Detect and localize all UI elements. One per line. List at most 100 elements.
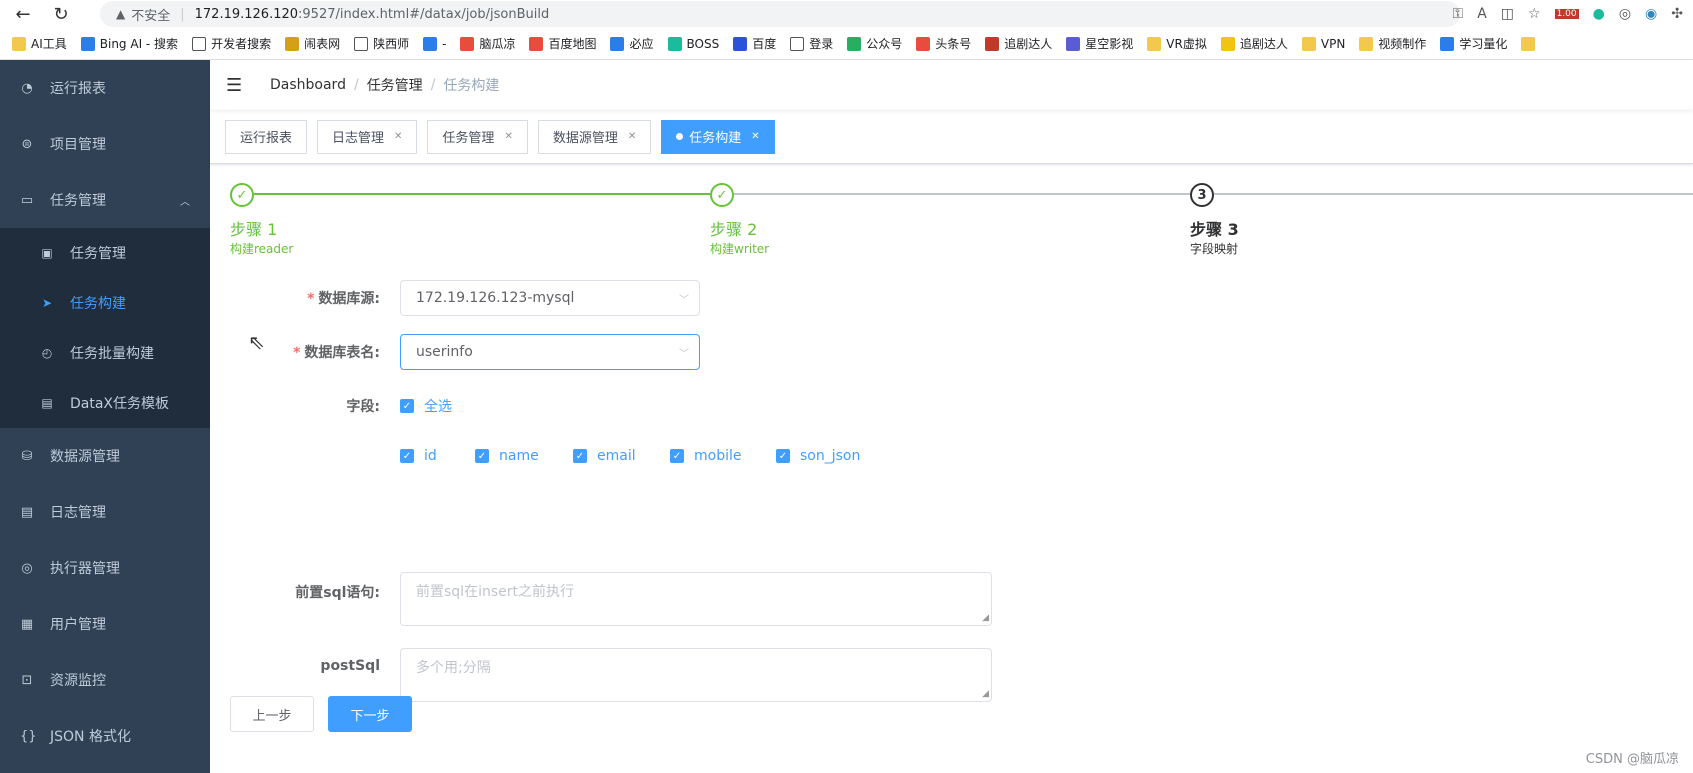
main-content: ☰ Dashboard / 任务管理 / 任务构建 运行报表 日志管理 ✕ 任务… <box>210 60 1693 773</box>
bookmark-item[interactable]: 公众号 <box>847 35 902 52</box>
select-all-checkbox[interactable]: ✓ 全选 <box>400 396 452 416</box>
field-label: mobile <box>694 448 742 464</box>
breadcrumb-parent[interactable]: 任务管理 <box>367 75 423 95</box>
close-icon[interactable]: ✕ <box>394 131 402 142</box>
resize-grip-icon[interactable]: ◢ <box>982 613 989 623</box>
tab-label: 日志管理 <box>332 131 385 146</box>
field-checkbox-email[interactable]: ✓ email <box>573 448 636 464</box>
bookmark-item[interactable]: 百度 <box>733 35 776 52</box>
step-2-title: 步骤 2 <box>710 220 758 239</box>
extension-badge-icon[interactable]: 1.00 <box>1554 9 1579 19</box>
tab-reports[interactable]: 运行报表 <box>225 119 308 154</box>
browser-extension-icons: ⚿ A ◫ ☆ 1.00 ● ◎ ◉ ✣ <box>1453 0 1693 28</box>
prev-step-button[interactable]: 上一步 <box>230 696 314 732</box>
sidebar-item-projects[interactable]: ⊜ 项目管理 <box>0 116 210 172</box>
field-label: id <box>424 448 437 464</box>
reload-button[interactable]: ↻ <box>46 0 76 28</box>
sidebar-item-tasks[interactable]: ▭ 任务管理 ︿ <box>0 172 210 228</box>
checkbox-checked-icon: ✓ <box>670 449 684 463</box>
back-button[interactable]: ← <box>8 0 38 28</box>
bookmark-item[interactable]: 必应 <box>610 35 654 52</box>
tab-logs[interactable]: 日志管理 ✕ <box>317 119 418 154</box>
resize-grip-icon[interactable]: ◢ <box>982 689 989 699</box>
bookmark-item[interactable]: VPN <box>1301 36 1345 51</box>
sidebar-item-users[interactable]: ▦ 用户管理 <box>0 596 210 652</box>
form-row-datasource: * 数据库源: 172.19.126.123-mysql ﹀ <box>210 280 1693 316</box>
tab-task-management[interactable]: 任务管理 ✕ <box>427 119 528 154</box>
favorite-add-icon[interactable]: ☆ <box>1528 6 1541 22</box>
close-icon[interactable]: ✕ <box>751 131 759 142</box>
insecure-label: 不安全 <box>131 8 171 24</box>
cast-icon: ⊡ <box>21 672 33 688</box>
datasource-select[interactable]: 172.19.126.123-mysql ﹀ <box>400 280 700 316</box>
bookmark-item[interactable]: 开发者搜索 <box>192 35 271 52</box>
bookmark-item[interactable]: 追剧达人 <box>985 35 1052 52</box>
bookmark-item[interactable]: 视频制作 <box>1359 35 1426 52</box>
close-icon[interactable]: ✕ <box>628 131 636 142</box>
profile-icon[interactable]: ◉ <box>1645 6 1657 22</box>
sidebar-item-executors[interactable]: ◎ 执行器管理 <box>0 540 210 596</box>
puzzle-icon[interactable]: ✣ <box>1671 6 1683 22</box>
sidebar: ◔ 运行报表 ⊜ 项目管理 ▭ 任务管理 ︿ ▣ 任务管理 ➤ 任务构建 ◴ 任… <box>0 60 210 773</box>
bookmark-item[interactable]: 头条号 <box>916 35 971 52</box>
sidebar-subitem-batch-build[interactable]: ◴ 任务批量构建 <box>0 328 210 378</box>
sidebar-item-label: 用户管理 <box>50 617 106 633</box>
hamburger-icon[interactable]: ☰ <box>226 75 246 96</box>
mouse-cursor-icon: ⇖ <box>248 330 265 354</box>
cat-icon <box>285 36 300 51</box>
sidebar-item-monitor[interactable]: ⊡ 资源监控 <box>0 652 210 708</box>
sidebar-item-logs[interactable]: ▤ 日志管理 <box>0 484 210 540</box>
sidebar-subitem-task-management[interactable]: ▣ 任务管理 <box>0 228 210 278</box>
bookmark-item[interactable]: Bing AI - 搜索 <box>80 35 178 52</box>
bookmark-item[interactable]: 登录 <box>790 35 833 52</box>
form-row-presql: 前置sql语句: 前置sql在insert之前执行 ◢ <box>210 572 1693 626</box>
sync-icon[interactable]: ● <box>1593 6 1605 22</box>
bookmark-item[interactable]: 闹表网 <box>285 35 340 52</box>
bookmark-item[interactable]: 追剧达人 <box>1220 35 1288 52</box>
sidebar-subitem-datax-template[interactable]: ▤ DataX任务模板 <box>0 378 210 428</box>
presql-textarea[interactable]: 前置sql在insert之前执行 ◢ <box>400 572 992 626</box>
calendar-icon: ▣ <box>41 246 53 260</box>
b-icon <box>667 36 682 51</box>
bookmark-item[interactable]: AI工具 <box>12 35 67 52</box>
field-checkbox-name[interactable]: ✓ name <box>475 448 539 464</box>
bookmark-item[interactable]: 百度地图 <box>529 35 596 52</box>
bookmark-label: 开发者搜索 <box>211 37 272 51</box>
search-icon <box>80 36 95 51</box>
sidebar-item-reports[interactable]: ◔ 运行报表 <box>0 60 210 116</box>
field-checkbox-son-json[interactable]: ✓ son_json <box>776 448 860 464</box>
bookmark-item[interactable] <box>1521 36 1540 51</box>
field-checkbox-id[interactable]: ✓ id <box>400 448 437 464</box>
reload-icon: ↻ <box>53 3 69 25</box>
tab-task-build[interactable]: 任务构建 ✕ <box>661 119 775 154</box>
table-select[interactable]: userinfo ﹀ <box>400 334 700 370</box>
bookmark-item[interactable]: 陕西师 <box>354 35 409 52</box>
close-icon[interactable]: ✕ <box>504 131 512 142</box>
address-separator: | <box>180 6 185 22</box>
next-step-button[interactable]: 下一步 <box>328 696 412 732</box>
postsql-placeholder: 多个用;分隔 <box>416 660 491 676</box>
dashboard-icon: ◔ <box>21 80 33 96</box>
bookmark-item[interactable]: 星空影视 <box>1066 35 1133 52</box>
copilot-icon[interactable]: ◎ <box>1619 6 1631 22</box>
sidebar-item-datasource[interactable]: ⛁ 数据源管理 <box>0 428 210 484</box>
bookmark-item[interactable]: - <box>423 36 446 51</box>
sidebar-subitem-task-build[interactable]: ➤ 任务构建 <box>0 278 210 328</box>
sidebar-item-json[interactable]: {} JSON 格式化 <box>0 708 210 764</box>
read-aloud-icon[interactable]: A <box>1477 6 1487 22</box>
bookmark-item[interactable]: 脑瓜凉 <box>460 35 515 52</box>
navbar: ☰ Dashboard / 任务管理 / 任务构建 <box>210 60 1693 110</box>
address-bar[interactable]: ▲ 不安全 | 172.19.126.120:9527/index.html#/… <box>100 1 1460 27</box>
chevron-up-icon: ︿ <box>180 196 190 208</box>
paw-icon <box>733 36 748 51</box>
tab-datasource[interactable]: 数据源管理 ✕ <box>537 119 652 154</box>
bookmark-item[interactable]: 学习量化 <box>1440 35 1507 52</box>
bookmark-item[interactable]: BOSS <box>667 36 719 51</box>
breadcrumb-root[interactable]: Dashboard <box>270 77 346 93</box>
postsql-textarea[interactable]: 多个用;分隔 ◢ <box>400 648 992 702</box>
bookmark-item[interactable]: VR虚拟 <box>1147 35 1207 52</box>
field-checkbox-mobile[interactable]: ✓ mobile <box>670 448 741 464</box>
key-icon[interactable]: ⚿ <box>1453 6 1464 22</box>
sidebar-item-label: JSON 格式化 <box>50 729 131 745</box>
split-screen-icon[interactable]: ◫ <box>1501 6 1514 22</box>
